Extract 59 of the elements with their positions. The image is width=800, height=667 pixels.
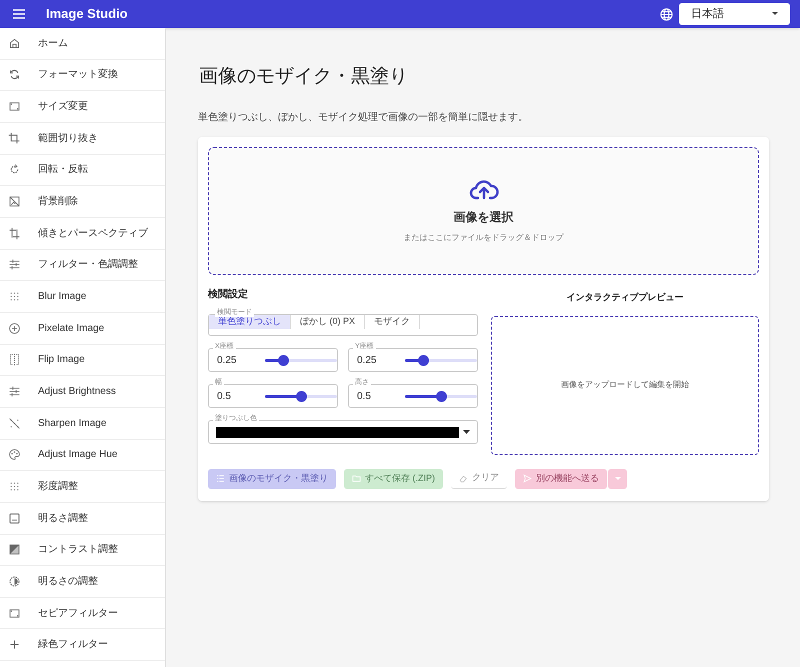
caret-icon — [772, 12, 778, 16]
mode-toggle[interactable]: 単色塗りつぶし — [209, 315, 291, 328]
caret-icon — [614, 476, 620, 480]
section-title: 検閲設定 — [208, 287, 249, 302]
page-title: 画像のモザイク・黒塗り — [199, 65, 409, 89]
sidebar-item[interactable]: Adjust Image Hue — [0, 440, 165, 472]
contrast-icon — [8, 543, 21, 556]
dots-slash-icon — [8, 416, 21, 430]
slider-thumb[interactable] — [296, 390, 307, 402]
plus-icon — [8, 638, 21, 652]
number-field[interactable]: 0.25 — [348, 348, 478, 372]
field-value: 0.25 — [217, 354, 238, 368]
sliders-icon — [8, 258, 21, 272]
language-select[interactable]: 日本語 — [679, 3, 790, 25]
folder-icon — [352, 474, 361, 483]
palette-icon — [8, 448, 21, 462]
image-slash-icon — [8, 195, 21, 208]
dropzone-hint: またはここにファイルをドラッグ＆ドロップ — [404, 232, 564, 244]
menu-icon[interactable] — [12, 8, 26, 20]
dots-grid-icon — [8, 480, 21, 494]
upload-cloud-icon — [468, 178, 498, 200]
field-value: 0.25 — [357, 354, 378, 368]
number-field[interactable]: 0.5 — [208, 384, 338, 408]
caret-icon — [463, 430, 470, 434]
list-icon — [216, 474, 225, 483]
dropzone-title: 画像を選択 — [454, 209, 514, 226]
eraser-icon — [459, 474, 468, 482]
slider-thumb[interactable] — [278, 354, 289, 366]
preview-area[interactable]: 画像をアップロードして編集を開始 — [491, 316, 759, 454]
sidebar-item[interactable]: Flip Image — [0, 344, 165, 376]
page-description: 単色塗りつぶし、ぼかし、モザイク処理で画像の一部を簡単に隠せます。 — [198, 110, 529, 125]
sliders-icon — [8, 385, 21, 398]
image-frame-icon — [8, 606, 21, 620]
sidebar-item[interactable]: 回転・反転 — [0, 154, 165, 186]
transform-icon — [8, 226, 21, 240]
number-field[interactable]: 0.25 — [208, 348, 338, 372]
number-field[interactable]: 0.5 — [348, 384, 478, 408]
fill-color-select[interactable] — [208, 420, 478, 444]
preview-title: インタラクティブプレビュー — [566, 291, 684, 304]
slider-thumb[interactable] — [436, 390, 447, 402]
sidebar-item[interactable]: フォーマット変換 — [0, 60, 165, 92]
dropzone[interactable]: 画像を選択 またはここにファイルをドラッグ＆ドロップ — [208, 147, 759, 275]
picture-frame-icon — [8, 512, 21, 525]
globe-icon[interactable] — [660, 8, 673, 20]
home-icon — [8, 36, 21, 50]
send-icon — [523, 474, 532, 483]
field-value: 0.5 — [357, 390, 372, 404]
sidebar-item[interactable]: コントラスト調整 — [0, 534, 165, 566]
slider-thumb[interactable] — [418, 354, 429, 366]
image-frame-icon — [8, 100, 21, 114]
refresh-icon — [8, 68, 21, 82]
dots-grid-icon — [8, 290, 21, 304]
plus-circle-icon — [8, 322, 21, 335]
field-value: 0.5 — [217, 390, 232, 404]
app-title: Image Studio — [46, 5, 128, 24]
sidebar-item[interactable]: フィルター・色調調整 — [0, 250, 165, 282]
flip-icon — [8, 353, 21, 366]
crop-icon — [8, 132, 21, 145]
brightness-icon — [8, 574, 21, 588]
